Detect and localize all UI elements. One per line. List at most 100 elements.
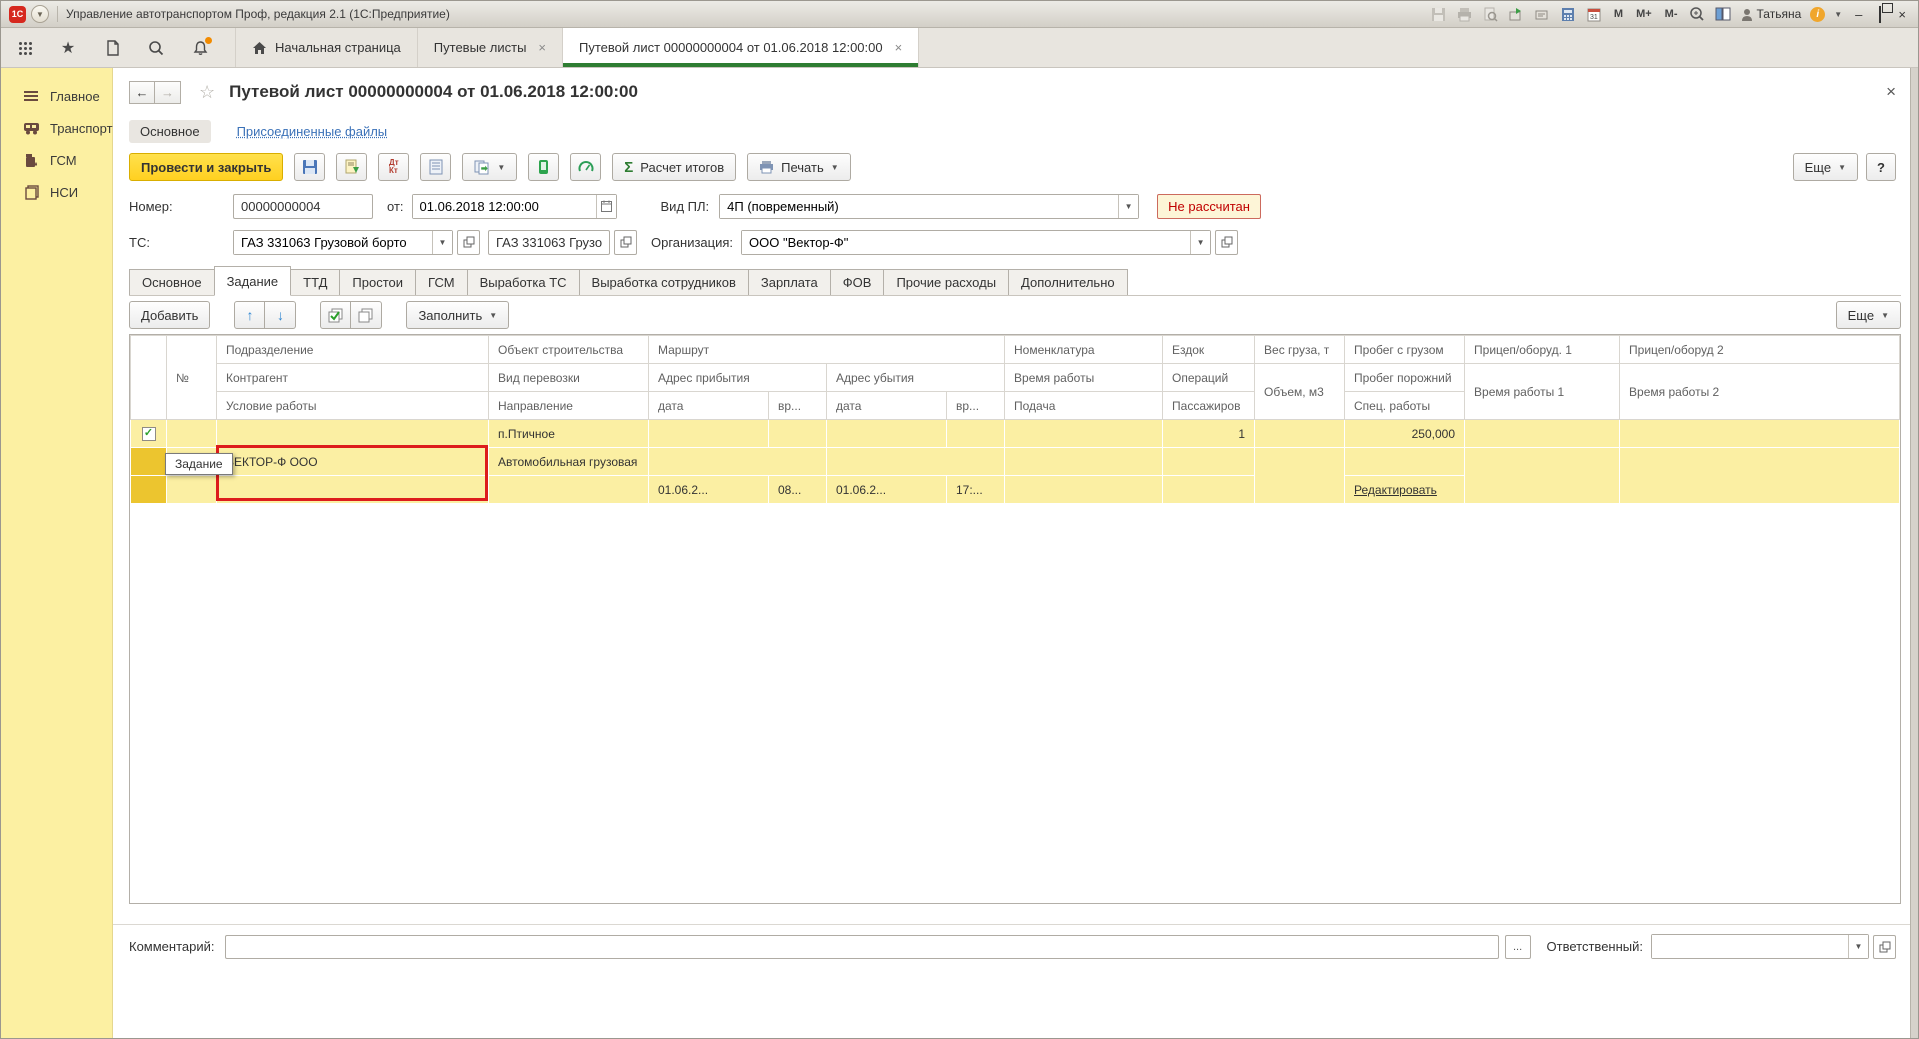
dropdown-button[interactable]: ▼ — [1848, 935, 1868, 958]
header-work-time[interactable]: Время работы — [1005, 364, 1163, 392]
help-button[interactable]: ? — [1866, 153, 1896, 181]
save-icon[interactable] — [1430, 6, 1447, 23]
header-select[interactable] — [131, 336, 167, 420]
cell-rides[interactable]: 1 — [1163, 420, 1255, 448]
open-link-icon[interactable] — [1534, 6, 1551, 23]
row-marker-cell[interactable] — [131, 448, 167, 476]
print-preview-icon[interactable] — [1482, 6, 1499, 23]
header-work-condition[interactable]: Условие работы — [217, 392, 489, 420]
move-up-button[interactable]: ↑ — [234, 301, 265, 329]
header-construction-object[interactable]: Объект строительства — [489, 336, 649, 364]
responsible-input[interactable] — [1652, 935, 1848, 958]
cell-number[interactable] — [167, 420, 217, 448]
split-window-icon[interactable] — [1715, 6, 1732, 23]
org-field[interactable]: ▼ — [741, 230, 1211, 255]
cell-special-works[interactable]: Редактировать — [1345, 476, 1465, 504]
sidebar-item-fuel[interactable]: ГСМ — [1, 144, 112, 176]
forward-button[interactable]: → — [155, 81, 181, 104]
header-volume[interactable]: Объем, м3 — [1255, 364, 1345, 420]
header-departure-time[interactable]: вр... — [947, 392, 1005, 420]
cell-empty-run[interactable] — [1345, 448, 1465, 476]
header-number[interactable]: № — [167, 336, 217, 420]
dropdown-button[interactable]: ▼ — [1118, 195, 1138, 218]
cell-trailer1[interactable] — [1465, 420, 1620, 448]
restore-button[interactable] — [1875, 7, 1885, 22]
memory-button[interactable]: M — [1612, 8, 1625, 20]
sidebar-item-main[interactable]: Главное — [1, 80, 112, 112]
cell-passengers[interactable] — [1163, 476, 1255, 504]
tab-osnovnoe[interactable]: Основное — [129, 269, 215, 295]
cell-podacha[interactable] — [1005, 476, 1163, 504]
header-department[interactable]: Подразделение — [217, 336, 489, 364]
header-nomenclature[interactable]: Номенклатура — [1005, 336, 1163, 364]
header-empty-run[interactable]: Пробег порожний — [1345, 364, 1465, 392]
open-org-button[interactable] — [1215, 230, 1238, 255]
header-loaded-run[interactable]: Пробег с грузом — [1345, 336, 1465, 364]
header-trailer1[interactable]: Прицеп/оборуд. 1 — [1465, 336, 1620, 364]
header-contractor[interactable]: Контрагент — [217, 364, 489, 392]
checkbox-checked[interactable]: ✓ — [142, 427, 156, 441]
cell-arrival-address[interactable] — [649, 448, 827, 476]
create-based-on-button[interactable]: ▼ — [462, 153, 517, 181]
info-icon[interactable]: i — [1810, 7, 1825, 22]
header-special-works[interactable]: Спец. работы — [1345, 392, 1465, 420]
header-podacha[interactable]: Подача — [1005, 392, 1163, 420]
row-marker-cell[interactable] — [131, 476, 167, 504]
vehicle-field[interactable]: ▼ — [233, 230, 453, 255]
cell-weight[interactable] — [1255, 420, 1345, 448]
add-link-icon[interactable] — [1508, 6, 1525, 23]
cell[interactable] — [769, 420, 827, 448]
header-arrival-date[interactable]: дата — [649, 392, 769, 420]
cell-loaded-run[interactable]: 250,000 — [1345, 420, 1465, 448]
favorites-star-icon[interactable]: ★ — [59, 39, 77, 57]
cell-transport-kind[interactable]: Автомобильная грузовая — [489, 448, 649, 476]
header-direction[interactable]: Направление — [489, 392, 649, 420]
header-cargo-weight[interactable]: Вес груза, т — [1255, 336, 1345, 364]
check-all-button[interactable] — [320, 301, 351, 329]
close-form-button[interactable]: × — [1886, 82, 1896, 102]
calculator-icon[interactable] — [1560, 6, 1577, 23]
comment-field[interactable] — [225, 935, 1499, 959]
open-responsible-button[interactable] — [1873, 935, 1896, 959]
header-departure-date[interactable]: дата — [827, 392, 947, 420]
document-movements-button[interactable] — [420, 153, 451, 181]
print-icon[interactable] — [1456, 6, 1473, 23]
cell-departure-date[interactable]: 01.06.2... — [827, 476, 947, 504]
chevron-down-icon[interactable]: ▼ — [1834, 10, 1842, 19]
header-arrival-address[interactable]: Адрес прибытия — [649, 364, 827, 392]
tab-zadanie[interactable]: Задание — [214, 266, 292, 296]
print-button[interactable]: Печать▼ — [747, 153, 851, 181]
header-work-time2[interactable]: Время работы 2 — [1620, 364, 1900, 420]
cell-volume[interactable] — [1255, 448, 1345, 504]
tab-gsm[interactable]: ГСМ — [415, 269, 468, 295]
sidebar-item-nsi[interactable]: НСИ — [1, 176, 112, 208]
cell-department[interactable] — [217, 420, 489, 448]
save-button[interactable] — [294, 153, 325, 181]
cell-trailer2[interactable] — [1620, 420, 1900, 448]
cell-work-time1[interactable] — [1465, 448, 1620, 504]
tab-dopolnitelno[interactable]: Дополнительно — [1008, 269, 1128, 295]
cell-departure-time[interactable]: 17:... — [947, 476, 1005, 504]
notifications-bell-icon[interactable] — [191, 39, 209, 57]
search-icon[interactable] — [147, 39, 165, 57]
row-checkbox-cell[interactable]: ✓ — [131, 420, 167, 448]
cell-departure-address[interactable] — [827, 448, 1005, 476]
dashboard-button[interactable] — [570, 153, 601, 181]
open-vehicle2-button[interactable] — [614, 230, 637, 255]
pl-type-input[interactable] — [720, 195, 1118, 218]
responsible-field[interactable]: ▼ — [1651, 934, 1869, 959]
memory-minus-button[interactable]: M- — [1663, 8, 1680, 20]
fill-button[interactable]: Заполнить▼ — [406, 301, 509, 329]
tab-vyrabotka-sotr[interactable]: Выработка сотрудников — [579, 269, 749, 295]
header-trailer2[interactable]: Прицеп/оборуд 2 — [1620, 336, 1900, 364]
header-route[interactable]: Маршрут — [649, 336, 1005, 364]
mobile-device-button[interactable] — [528, 153, 559, 181]
calc-totals-button[interactable]: ΣРасчет итогов — [612, 153, 736, 181]
uncheck-all-button[interactable] — [351, 301, 382, 329]
number-field[interactable] — [233, 194, 373, 219]
edit-link[interactable]: Редактировать — [1354, 483, 1437, 497]
vehicle-input[interactable] — [234, 231, 432, 254]
table-row[interactable]: ✓ п.Птичное 1 250,000 — [131, 420, 1900, 448]
history-icon[interactable] — [103, 39, 121, 57]
grid-more-button[interactable]: Еще▼ — [1836, 301, 1901, 329]
